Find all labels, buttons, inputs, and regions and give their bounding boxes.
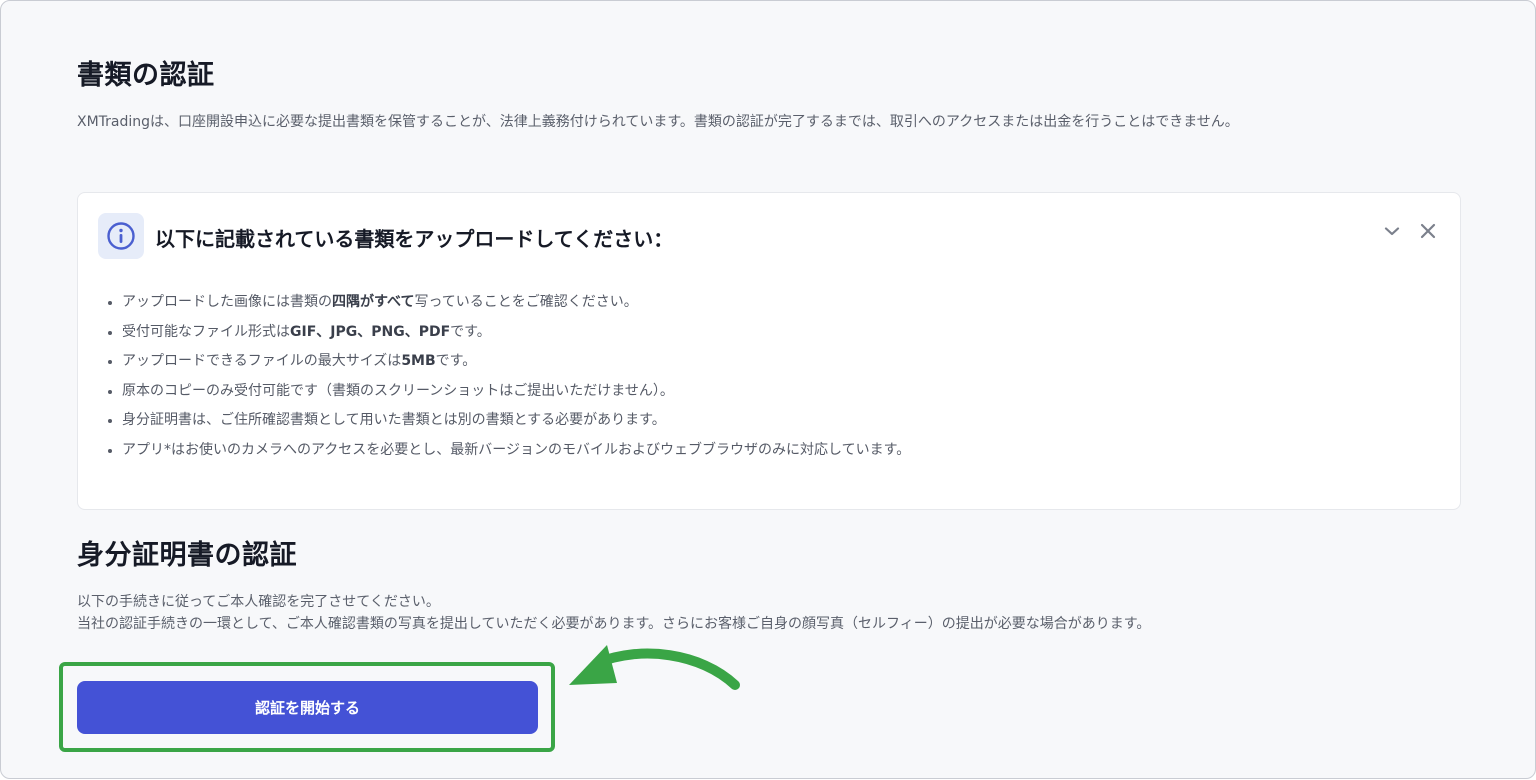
page-frame: 書類の認証 XMTradingは、口座開設申込に必要な提出書類を保管することが、…: [0, 0, 1536, 779]
start-verification-button[interactable]: 認証を開始する: [77, 681, 538, 734]
document-verification-title: 書類の認証: [77, 60, 215, 91]
identity-instructions-line: 当社の認証手続きの一環として、ご本人確認書類の写真を提出していただく必要がありま…: [77, 616, 1151, 632]
upload-info-card: 以下に記載されている書類をアップロードしてください： アップロードした画像には書…: [77, 192, 1461, 510]
identity-instructions-line: 以下の手続きに従ってご本人確認を完了させてください。: [77, 594, 440, 610]
list-item: アプリ*はお使いのカメラへのアクセスを必要とし、最新バージョンのモバイルおよびウ…: [106, 436, 910, 466]
close-icon[interactable]: [1418, 221, 1438, 241]
list-item: アップロードした画像には書類の四隅がすべて写っていることをご確認ください。: [106, 288, 910, 318]
list-item: 身分証明書は、ご住所確認書類として用いた書類とは別の書類とする必要があります。: [106, 406, 910, 436]
upload-info-heading: 以下に記載されている書類をアップロードしてください：: [155, 227, 674, 251]
requirements-list: アップロードした画像には書類の四隅がすべて写っていることをご確認ください。 受付…: [106, 288, 910, 465]
identity-verification-title: 身分証明書の認証: [77, 540, 297, 571]
document-verification-description: XMTradingは、口座開設申込に必要な提出書類を保管することが、法律上義務付…: [77, 114, 1239, 130]
chevron-down-icon[interactable]: [1382, 221, 1402, 241]
list-item: 受付可能なファイル形式はGIF、JPG、PNG、PDFです。: [106, 318, 910, 348]
list-item: 原本のコピーのみ受付可能です（書類のスクリーンショットはご提出いただけません）。: [106, 377, 910, 407]
info-icon: [98, 213, 144, 259]
list-item: アップロードできるファイルの最大サイズは5MBです。: [106, 347, 910, 377]
identity-verification-description: 以下の手続きに従ってご本人確認を完了させてください。 当社の認証手続きの一環とし…: [77, 591, 1150, 635]
curved-arrow-icon: [569, 645, 740, 690]
card-controls: [1382, 221, 1438, 241]
